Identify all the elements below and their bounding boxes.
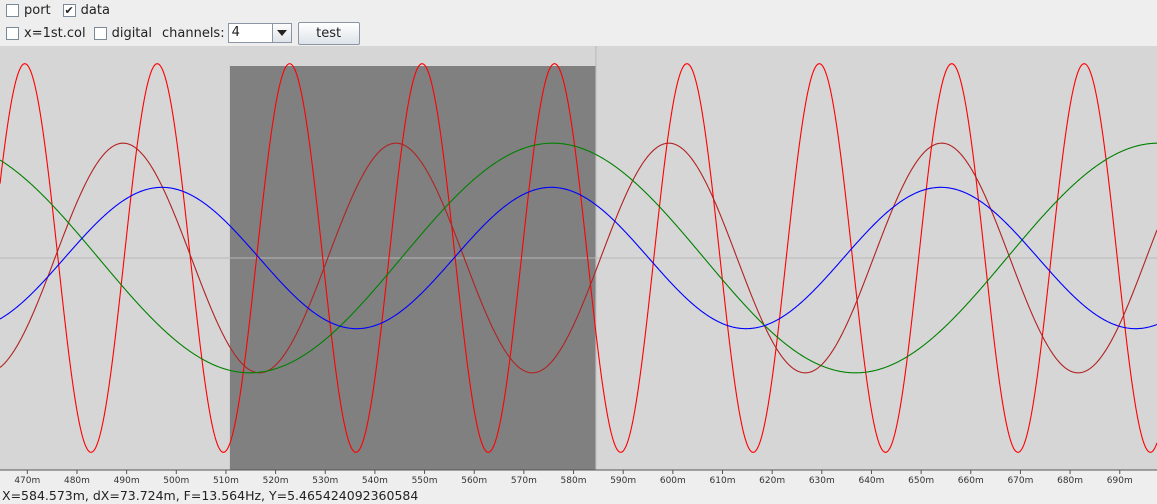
x-tick-label-7: 530m — [312, 476, 338, 486]
x-tick-label-3: 490m — [114, 476, 140, 486]
x-tick-label-15: 610m — [710, 476, 736, 486]
port-checkbox-box[interactable] — [6, 3, 19, 17]
digital-checkbox[interactable]: digital — [93, 25, 152, 41]
x-tick-label-17: 630m — [809, 476, 835, 486]
data-checkbox-label: data — [80, 2, 110, 18]
channels-dropdown-button[interactable] — [271, 24, 291, 42]
x-tick-label-13: 590m — [610, 476, 636, 486]
data-checkbox[interactable]: ✔ data — [62, 2, 110, 18]
x-tick-label-21: 670m — [1007, 476, 1033, 486]
x-tick-label-23: 690m — [1107, 476, 1133, 486]
x-tick-label-5: 510m — [213, 476, 239, 486]
x-tick-label-12: 580m — [561, 476, 587, 486]
data-checkbox-box[interactable]: ✔ — [62, 3, 76, 17]
x-tick-label-18: 640m — [858, 476, 884, 486]
channels-select-value[interactable]: 4 — [229, 24, 272, 42]
toolbar-row-2: x=1st.col digital channels: 4 test — [0, 21, 360, 45]
signal-plot[interactable]: 470m 480m 490m 500m 510m 520m 530m 540m 550m 560m… — [0, 46, 1157, 488]
x-tick-label-14: 600m — [660, 476, 686, 486]
status-bar: X=584.573m, dX=73.724m, F=13.564Hz, Y=5.… — [2, 488, 419, 503]
x-first-col-checkbox-box[interactable] — [6, 26, 19, 40]
port-checkbox[interactable]: port — [6, 3, 51, 18]
x-tick-label-11: 570m — [511, 476, 537, 486]
x-tick-label-22: 680m — [1057, 476, 1083, 486]
x-tick-label-10: 560m — [461, 476, 487, 486]
x-tick-label-4: 500m — [163, 476, 189, 486]
x-tick-label-16: 620m — [759, 476, 785, 486]
channels-select[interactable]: 4 — [227, 23, 292, 43]
port-checkbox-label: port — [24, 2, 51, 18]
x-tick-label-19: 650m — [908, 476, 934, 486]
test-button[interactable]: test — [297, 21, 360, 45]
x-tick-label-8: 540m — [362, 476, 388, 486]
digital-checkbox-box[interactable] — [93, 26, 107, 40]
channels-label: channels: — [161, 25, 225, 41]
toolbar-row-1: port ✔ data — [0, 0, 116, 20]
x-tick-label-6: 520m — [263, 476, 289, 486]
selection-region — [229, 66, 596, 470]
digital-checkbox-label: digital — [111, 25, 152, 41]
chevron-down-icon — [276, 30, 287, 36]
x-tick-label-20: 660m — [958, 476, 984, 486]
x-tick-label-9: 550m — [412, 476, 438, 486]
x-tick-label-1: 470m — [14, 476, 40, 486]
x-first-col-checkbox[interactable]: x=1st.col — [6, 26, 86, 41]
x-first-col-checkbox-label: x=1st.col — [24, 25, 86, 41]
x-tick-label-2: 480m — [64, 476, 90, 486]
